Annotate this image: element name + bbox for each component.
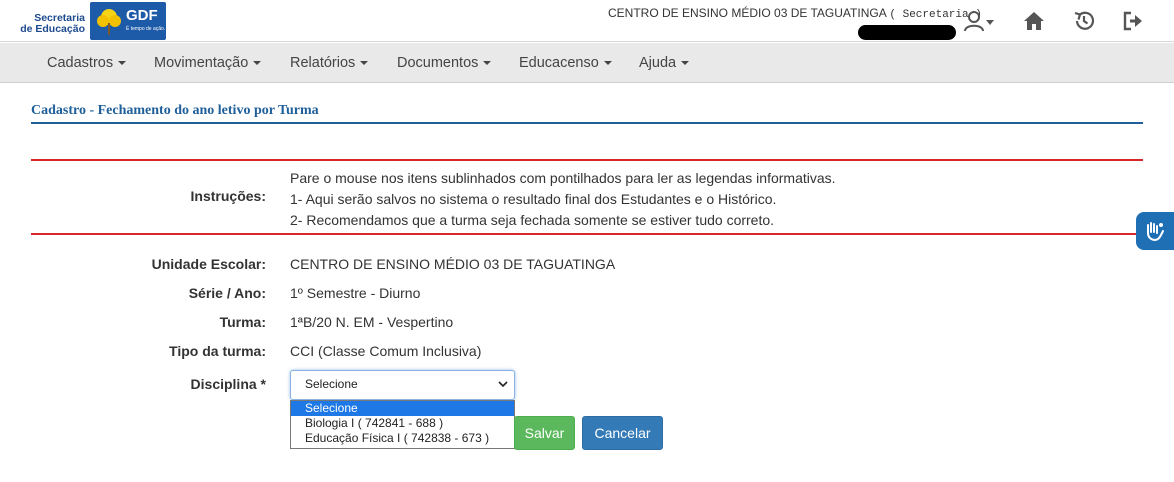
history-icon[interactable] — [1072, 9, 1096, 33]
nav-ajuda[interactable]: Ajuda — [639, 55, 690, 71]
secretaria-logo-line2: de Educação — [20, 23, 85, 35]
disciplina-label: Disciplina * — [190, 376, 266, 392]
nav-movimentacao[interactable]: Movimentação — [154, 55, 262, 71]
instructions-text: Pare o mouse nos itens sublinhados com p… — [290, 168, 836, 231]
chevron-down-icon — [498, 381, 508, 388]
logout-icon[interactable] — [1121, 9, 1145, 33]
nav-documentos-label: Documentos — [397, 55, 479, 71]
sign-language-hands-icon — [1147, 222, 1164, 242]
nav-relatorios-label: Relatórios — [290, 55, 356, 71]
disciplina-select[interactable]: Selecione — [290, 370, 515, 400]
unidade-escolar-label: Unidade Escolar: — [151, 256, 266, 272]
nav-cadastros[interactable]: Cadastros — [47, 55, 127, 71]
main-navbar: Cadastros Movimentação Relatórios Docume… — [0, 43, 1174, 83]
dropdown-option-biologia[interactable]: Biologia I ( 742841 - 688 ) — [291, 416, 514, 431]
instructions-label: Instruções: — [190, 188, 266, 204]
instructions-bottom-divider — [31, 233, 1143, 235]
title-divider — [31, 122, 1143, 124]
nav-documentos[interactable]: Documentos — [397, 55, 492, 71]
chevron-down-icon — [603, 61, 612, 66]
redacted-user-name — [858, 25, 956, 40]
nav-relatorios[interactable]: Relatórios — [290, 55, 369, 71]
nav-educacenso-label: Educacenso — [519, 55, 599, 71]
gdf-logo-subtext: É tempo de ação. — [126, 26, 166, 32]
nav-educacenso[interactable]: Educacenso — [519, 55, 612, 71]
user-menu-caret-icon[interactable] — [986, 20, 994, 25]
top-header: Secretaria de Educação GDF É tempo de aç… — [0, 0, 1174, 42]
chevron-down-icon — [483, 61, 492, 66]
nav-cadastros-label: Cadastros — [47, 55, 114, 71]
serie-ano-value: 1º Semestre - Diurno — [290, 285, 421, 301]
dropdown-option-selecione[interactable]: Selecione — [291, 401, 514, 416]
gdf-logo[interactable]: GDF É tempo de ação. — [90, 2, 166, 40]
chevron-down-icon — [681, 61, 690, 66]
home-icon[interactable] — [1022, 9, 1046, 33]
turma-value: 1ªB/20 N. EM - Vespertino — [290, 314, 454, 330]
chevron-down-icon — [253, 61, 262, 66]
ipe-flower-icon — [97, 9, 121, 35]
instruction-line: 2- Recomendamos que a turma seja fechada… — [290, 212, 775, 228]
sign-language-accessibility-button[interactable] — [1136, 212, 1174, 250]
page-title: Cadastro - Fechamento do ano letivo por … — [31, 103, 319, 118]
gdf-logo-text: GDF — [126, 7, 158, 24]
instruction-line: 1- Aqui serão salvos no sistema o result… — [290, 191, 777, 207]
school-header-name: CENTRO DE ENSINO MÉDIO 03 DE TAGUATINGA — [608, 6, 887, 20]
dropdown-option-educacao-fisica[interactable]: Educação Física I ( 742838 - 673 ) — [291, 431, 514, 446]
save-button[interactable]: Salvar — [514, 416, 575, 450]
school-header-title: CENTRO DE ENSINO MÉDIO 03 DE TAGUATINGA … — [608, 6, 982, 21]
chevron-down-icon — [118, 61, 127, 66]
instruction-line: Pare o mouse nos itens sublinhados com p… — [290, 170, 836, 186]
unidade-escolar-value: CENTRO DE ENSINO MÉDIO 03 DE TAGUATINGA — [290, 256, 616, 272]
tipo-turma-label: Tipo da turma: — [169, 343, 266, 359]
cancel-button[interactable]: Cancelar — [582, 416, 663, 450]
instructions-top-divider — [31, 159, 1143, 161]
turma-label: Turma: — [219, 314, 266, 330]
disciplina-selected-value: Selecione — [305, 377, 358, 391]
user-icon[interactable] — [962, 9, 986, 33]
secretaria-logo[interactable]: Secretaria de Educação — [15, 13, 85, 35]
nav-movimentacao-label: Movimentação — [154, 55, 249, 71]
chevron-down-icon — [360, 61, 369, 66]
nav-ajuda-label: Ajuda — [639, 55, 677, 71]
disciplina-dropdown-list: Selecione Biologia I ( 742841 - 688 ) Ed… — [290, 400, 515, 449]
serie-ano-label: Série / Ano: — [188, 285, 266, 301]
tipo-turma-value: CCI (Classe Comum Inclusiva) — [290, 343, 482, 359]
